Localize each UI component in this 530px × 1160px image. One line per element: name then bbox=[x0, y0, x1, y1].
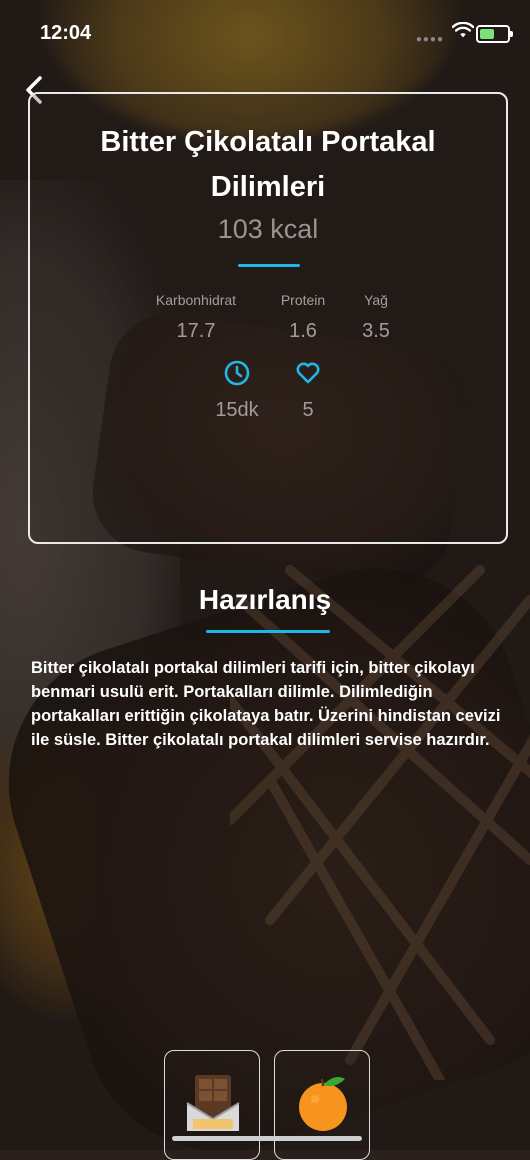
preparation-text: Bitter çikolatalı portakal dilimleri tar… bbox=[31, 659, 501, 749]
battery-icon bbox=[476, 25, 513, 43]
signal-icon: ●●●● bbox=[415, 34, 444, 45]
macro-value: 1.6 bbox=[289, 320, 317, 342]
status-time: 12:04 bbox=[40, 22, 92, 44]
macro-carbs: Karbonhidrat 17.7 bbox=[136, 292, 256, 343]
macro-label: Protein bbox=[280, 292, 326, 308]
preparation-divider bbox=[206, 630, 330, 633]
macro-value: 17.7 bbox=[176, 320, 216, 342]
macro-protein: Protein 1.6 bbox=[268, 292, 338, 343]
title-divider bbox=[238, 264, 300, 267]
macro-label: Yağ bbox=[364, 292, 388, 308]
ingredient-item-chocolate[interactable] bbox=[164, 1050, 260, 1160]
heart-icon[interactable] bbox=[295, 360, 321, 386]
status-bar: 12:04 ●●●● bbox=[0, 0, 530, 64]
duration-stat: 15dk bbox=[207, 360, 267, 422]
recipe-title: Bitter Çikolatalı Portakal Dilimleri bbox=[100, 126, 436, 203]
calories: 103 kcal bbox=[217, 214, 319, 244]
macro-value: 3.5 bbox=[362, 320, 390, 342]
preparation-heading: Hazırlanış bbox=[198, 584, 332, 615]
macro-label: Karbonhidrat bbox=[155, 292, 237, 308]
clock-icon bbox=[224, 360, 250, 386]
orange-icon bbox=[299, 1077, 347, 1131]
macro-fat: Yağ 3.5 bbox=[350, 292, 402, 343]
duration-value: 15dk bbox=[215, 399, 259, 421]
ingredient-item-orange[interactable] bbox=[274, 1050, 370, 1160]
wifi-icon bbox=[452, 22, 474, 38]
chocolate-bar-icon bbox=[186, 1075, 240, 1131]
likes-value: 5 bbox=[302, 399, 314, 421]
likes-stat[interactable]: 5 bbox=[278, 360, 338, 422]
home-indicator[interactable] bbox=[172, 1136, 362, 1141]
recipe-summary-card: Bitter Çikolatalı Portakal Dilimleri 103… bbox=[28, 92, 508, 544]
